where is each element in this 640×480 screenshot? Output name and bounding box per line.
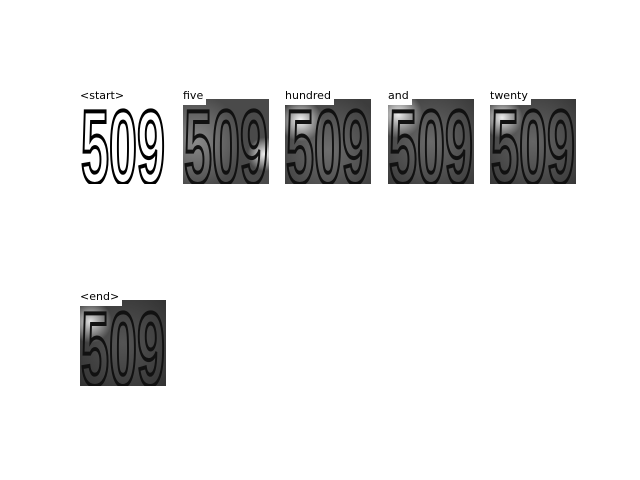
panel-title: and xyxy=(388,89,412,105)
attention-map: 509 xyxy=(183,99,269,184)
attention-map: 509 xyxy=(285,99,371,184)
digit-text: 509 xyxy=(184,99,268,184)
attention-map: 509 xyxy=(388,99,474,184)
digit-text: 509 xyxy=(81,99,165,184)
panel-title: <end> xyxy=(80,290,123,306)
panel-title: five xyxy=(183,89,207,105)
digit-image-original: 509 xyxy=(80,99,166,184)
digit-text: 509 xyxy=(286,99,370,184)
attention-map: 509 xyxy=(80,300,166,386)
attention-map: 509 xyxy=(490,99,576,184)
panel-title: <start> xyxy=(80,89,128,105)
panel-title: twenty xyxy=(490,89,531,105)
digit-text: 509 xyxy=(81,300,165,386)
digit-text: 509 xyxy=(389,99,473,184)
digit-text: 509 xyxy=(491,99,575,184)
panel-title: hundred xyxy=(285,89,334,105)
